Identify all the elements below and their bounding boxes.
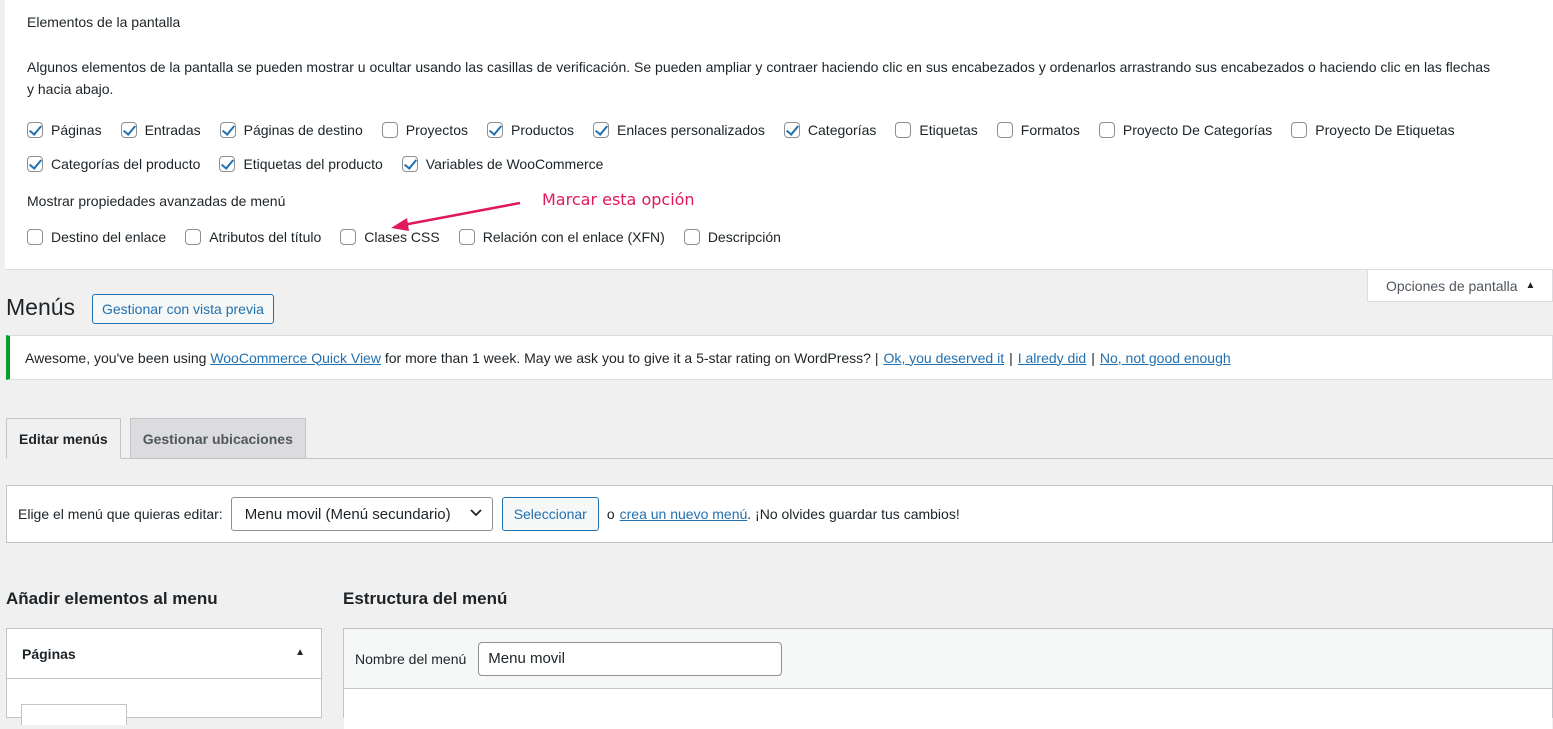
manage-with-preview-button[interactable]: Gestionar con vista previa <box>92 294 274 324</box>
checkbox-row-woocommerce: Categorías del producto Etiquetas del pro… <box>27 156 622 172</box>
checkbox-checked-icon[interactable] <box>27 122 43 138</box>
plugin-link[interactable]: WooCommerce Quick View <box>210 350 381 366</box>
checkbox-label: Etiquetas del producto <box>243 156 383 172</box>
checkbox-checked-icon[interactable] <box>486 122 503 138</box>
annotation-text: Marcar esta opción <box>542 190 695 209</box>
checkbox-paginas[interactable]: Páginas <box>27 122 102 138</box>
nav-tabs: Editar menús Gestionar ubicaciones <box>6 418 315 459</box>
triangle-up-icon: ▲ <box>1525 280 1536 291</box>
ok-deserved-link[interactable]: Ok, you deserved it <box>883 350 1004 366</box>
checkbox-label: Formatos <box>1020 122 1080 138</box>
page-title: Menús <box>6 294 76 320</box>
checkbox-entradas[interactable]: Entradas <box>120 122 201 138</box>
checkbox-proyecto-de-categorias[interactable]: Proyecto De Categorías <box>1098 122 1273 138</box>
add-items-heading: Añadir elementos al menu <box>6 589 218 608</box>
checkbox-enlaces-personalizados[interactable]: Enlaces personalizados <box>593 122 765 138</box>
chevron-down-icon <box>470 509 482 517</box>
triangle-up-icon: ▲ <box>295 647 305 658</box>
checkbox-unchecked-icon[interactable] <box>340 229 357 245</box>
checkbox-label: Páginas de destino <box>243 122 363 138</box>
checkbox-label: Atributos del título <box>209 229 322 245</box>
checkbox-productos[interactable]: Productos <box>486 122 575 138</box>
screen-options-toggle[interactable]: Opciones de pantalla ▲ <box>1367 270 1553 302</box>
pages-accordion: Páginas ▲ <box>6 628 322 725</box>
checkbox-unchecked-icon[interactable] <box>996 122 1013 138</box>
checkbox-checked-icon[interactable] <box>783 122 800 138</box>
menu-structure-heading: Estructura del menú <box>343 589 508 608</box>
select-menu-label: Elige el menú que quieras editar: <box>18 506 223 522</box>
screen-options-description: Algunos elementos de la pantalla se pued… <box>27 59 1491 97</box>
checkbox-variables-de-woocommerce[interactable]: Variables de WooCommerce <box>401 156 604 172</box>
checkbox-label: Proyectos <box>405 122 468 138</box>
menu-name-row: Nombre del menú Menu movil <box>344 629 1552 689</box>
menu-structure-body <box>344 689 1552 729</box>
checkbox-etiquetas[interactable]: Etiquetas <box>895 122 978 138</box>
checkbox-unchecked-icon[interactable] <box>1098 122 1115 138</box>
screen-elements-heading: Elementos de la pantalla <box>27 14 181 30</box>
checkbox-label: Destino del enlace <box>51 229 167 245</box>
checkbox-formatos[interactable]: Formatos <box>996 122 1080 138</box>
checkbox-checked-icon[interactable] <box>593 122 610 138</box>
menu-name-input[interactable]: Menu movil <box>478 641 783 676</box>
checkbox-etiquetas-del-producto[interactable]: Etiquetas del producto <box>219 156 383 172</box>
create-new-menu-link[interactable]: crea un nuevo menú <box>620 506 748 522</box>
checkbox-label: Variables de WooCommerce <box>425 156 604 172</box>
checkbox-categorias[interactable]: Categorías <box>783 122 877 138</box>
menu-select-bar: Elige el menú que quieras editar: Menu m… <box>6 485 1553 543</box>
menu-structure-box: Nombre del menú Menu movil <box>343 628 1553 729</box>
checkbox-checked-icon[interactable] <box>401 156 418 172</box>
checkbox-checked-icon[interactable] <box>27 156 43 172</box>
checkbox-destino-del-enlace[interactable]: Destino del enlace <box>27 229 166 245</box>
checkbox-checked-icon[interactable] <box>219 122 236 138</box>
menu-name-label: Nombre del menú <box>355 650 467 667</box>
checkbox-label: Enlaces personalizados <box>617 122 765 138</box>
checkbox-paginas-de-destino[interactable]: Páginas de destino <box>219 122 363 138</box>
checkbox-label: Páginas <box>51 122 102 138</box>
checkbox-atributos-del-titulo[interactable]: Atributos del título <box>185 229 321 245</box>
tab-edit-menus[interactable]: Editar menús <box>6 418 121 459</box>
pages-sub-tab[interactable] <box>21 704 127 725</box>
checkbox-unchecked-icon[interactable] <box>381 122 398 138</box>
checkbox-checked-icon[interactable] <box>120 122 137 138</box>
checkbox-unchecked-icon[interactable] <box>683 229 700 245</box>
select-button[interactable]: Seleccionar <box>501 497 599 531</box>
checkbox-descripcion[interactable]: Descripción <box>683 229 781 245</box>
checkbox-label: Categorías <box>807 122 877 138</box>
checkbox-checked-icon[interactable] <box>219 156 236 172</box>
checkbox-label: Categorías del producto <box>51 156 201 172</box>
checkbox-label: Productos <box>510 122 575 138</box>
checkbox-label: Entradas <box>144 122 201 138</box>
advanced-properties-heading: Mostrar propiedades avanzadas de menú <box>27 193 286 209</box>
checkbox-unchecked-icon[interactable] <box>185 229 202 245</box>
checkbox-categorias-del-producto[interactable]: Categorías del producto <box>27 156 200 172</box>
checkbox-unchecked-icon[interactable] <box>895 122 912 138</box>
checkbox-label: Proyecto De Categorías <box>1122 122 1273 138</box>
checkbox-unchecked-icon[interactable] <box>1291 122 1308 138</box>
pages-accordion-header[interactable]: Páginas ▲ <box>7 629 321 679</box>
screen-options-panel: Elementos de la pantalla Algunos element… <box>5 0 1553 270</box>
menu-select-dropdown[interactable]: Menu movil (Menú secundario) <box>230 497 493 531</box>
tab-manage-locations[interactable]: Gestionar ubicaciones <box>129 418 306 459</box>
checkbox-label: Descripción <box>707 229 781 245</box>
checkbox-proyectos[interactable]: Proyectos <box>381 122 468 138</box>
checkbox-unchecked-icon[interactable] <box>27 229 43 245</box>
rating-notice: Awesome, you've been using WooCommerce Q… <box>6 335 1553 380</box>
checkbox-label: Etiquetas <box>919 122 978 138</box>
annotation-arrow-icon <box>391 201 521 231</box>
checkbox-proyecto-de-etiquetas[interactable]: Proyecto De Etiquetas <box>1291 122 1455 138</box>
checkbox-row-elements: Páginas Entradas Páginas de destino Proyect… <box>27 122 1474 138</box>
already-did-link[interactable]: I alredy did <box>1018 350 1086 366</box>
checkbox-label: Proyecto De Etiquetas <box>1315 122 1455 138</box>
not-good-enough-link[interactable]: No, not good enough <box>1100 350 1231 366</box>
